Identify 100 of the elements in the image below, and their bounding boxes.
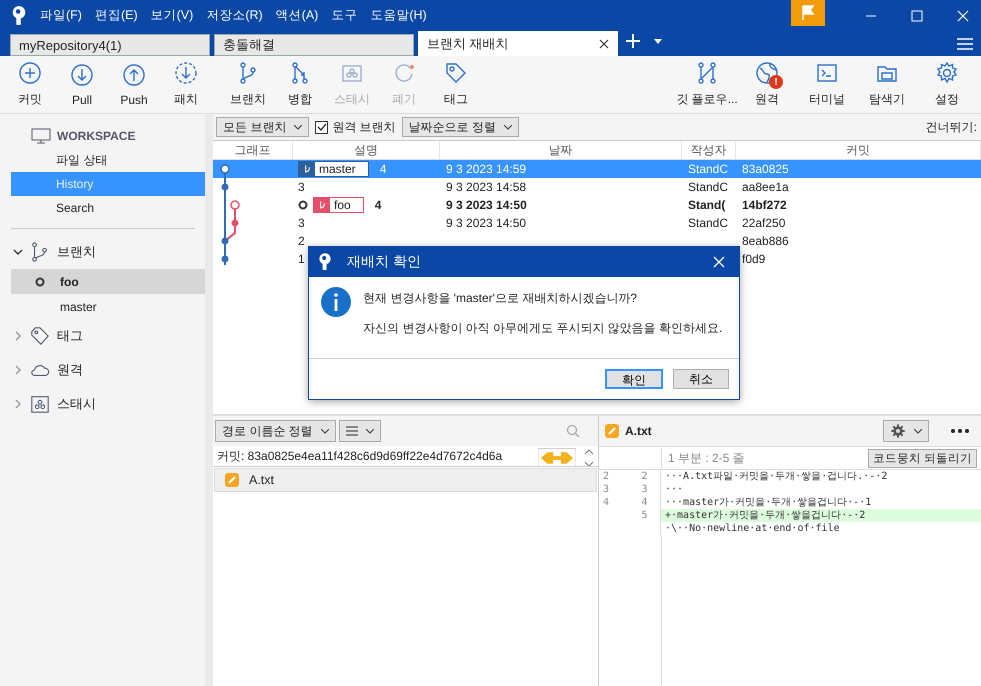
chevron-right-icon[interactable] — [13, 331, 23, 341]
dialog-button[interactable]: 확인 — [605, 369, 663, 389]
add-tab-icon[interactable] — [626, 34, 640, 48]
toolbar-button[interactable]: 깃 플로우... — [677, 61, 737, 108]
toolbar-button[interactable]: 병합 — [274, 61, 326, 108]
flag-icon — [801, 5, 815, 21]
scroll-arrows-icon[interactable] — [584, 448, 594, 466]
dropdown-caret-icon[interactable] — [654, 38, 662, 44]
commit-row[interactable]: master 4 9 3 2023 14:59 StandC 83a0825 — [213, 160, 981, 178]
commit-row[interactable]: 3 9 3 2023 14:58 StandC aa8ee1a — [213, 178, 981, 196]
dialog-title: 재배치 확인 — [347, 253, 421, 271]
repository-tab[interactable]: 충돌해결 — [214, 34, 414, 56]
toolbar-button[interactable]: 터미널 — [797, 61, 857, 108]
info-icon — [321, 287, 351, 317]
toolbar-button[interactable]: Push — [108, 62, 160, 106]
view-mode-dropdown[interactable] — [338, 420, 381, 442]
commit-row[interactable]: foo 4 9 3 2023 14:50 Stand( 14bf272 — [213, 196, 981, 214]
menu-item[interactable]: 저장소(R) — [206, 7, 263, 24]
sidebar-section-heading[interactable]: 스태시 — [57, 395, 96, 413]
menu-item[interactable]: 도움말(H) — [370, 7, 427, 24]
column-header[interactable]: 작성자 — [682, 141, 736, 159]
chevron-down-icon — [504, 124, 512, 130]
chevron-down-icon[interactable] — [13, 247, 23, 257]
commit-message: 3 — [298, 180, 305, 194]
author-cell-text: StandC — [687, 180, 730, 194]
line-number: 3 — [625, 483, 661, 496]
chevron-down-icon — [320, 428, 329, 434]
remote-branches-checkbox[interactable]: 원격 브랜치 — [315, 118, 396, 136]
menu-item[interactable]: 도구 — [331, 7, 358, 24]
diff-file-name: A.txt — [625, 424, 652, 438]
menu-item[interactable]: 보기(V) — [150, 7, 194, 24]
dialog-button[interactable]: 취소 — [673, 369, 729, 389]
date-cell-text: 9 3 2023 14:59 — [445, 162, 528, 176]
commit-message: 4 — [374, 198, 382, 212]
modified-file-icon — [225, 473, 239, 487]
commit-message: 2 — [298, 234, 305, 248]
stash-icon — [30, 394, 50, 414]
toolbar-button[interactable]: 브랜치 — [222, 61, 274, 108]
branch-filter-dropdown[interactable]: 모든 브랜치 — [216, 117, 310, 137]
commit-message: 3 — [298, 216, 305, 230]
sort-dropdown[interactable]: 날짜순으로 정렬 — [402, 117, 520, 137]
menu-item[interactable]: 편집(E) — [94, 7, 138, 24]
current-branch-icon — [35, 276, 45, 286]
menu-icon[interactable] — [957, 38, 973, 50]
monitor-icon — [31, 128, 51, 144]
diff-line: ·\··No·newline·at·end·of·file — [664, 522, 841, 535]
toolbar-button[interactable]: 커밋 — [4, 61, 56, 108]
sidebar-section-heading[interactable]: 태그 — [57, 327, 83, 345]
sidebar-item[interactable]: 파일 상태 — [11, 148, 205, 172]
column-header[interactable]: 그래프 — [213, 141, 293, 159]
commit-row[interactable]: 2 8eab886 — [213, 232, 981, 250]
settings-icon — [935, 61, 959, 85]
column-header[interactable]: 날짜 — [440, 141, 682, 159]
chevron-right-icon[interactable] — [13, 399, 23, 409]
author-cell-text: StandC — [687, 162, 730, 176]
remote-icon — [755, 61, 779, 85]
repository-tab[interactable]: 브랜치 재배치 — [418, 31, 618, 56]
file-row[interactable]: A.txt — [214, 468, 597, 492]
diff-options-dropdown[interactable] — [883, 420, 929, 442]
column-header[interactable]: 설명 — [293, 141, 440, 159]
branch-item[interactable]: master — [11, 294, 205, 319]
commit-hash-cell-text: aa8ee1a — [741, 180, 790, 194]
close-icon[interactable] — [599, 38, 609, 48]
commit-row[interactable]: 3 9 3 2023 14:50 StandC 22af250 — [213, 214, 981, 232]
more-icon[interactable] — [951, 429, 969, 433]
commit-message: 4 — [380, 162, 386, 176]
menu-item[interactable]: 액션(A) — [276, 7, 318, 24]
sidebar-section-heading[interactable]: 브랜치 — [57, 243, 96, 261]
hunk-header: 1 부분 : 2-5 줄 — [668, 450, 745, 466]
branch-item[interactable]: foo — [11, 269, 205, 294]
menu-item[interactable]: 파일(F) — [40, 7, 82, 24]
diff-line: ···A.txt파일·커밋을·두개·쌓을·겁니다.·-·2 — [664, 470, 888, 483]
commit-hash-cell-text: 8eab886 — [741, 234, 790, 248]
toolbar-button[interactable]: 태그 — [430, 61, 482, 108]
repository-tab[interactable]: myRepository4(1) — [10, 34, 210, 56]
maximize-icon[interactable] — [911, 10, 923, 22]
revert-hunk-button[interactable]: 코드뭉치 되돌리기 — [868, 448, 977, 468]
line-number: 2 — [602, 470, 610, 483]
tag-icon — [30, 326, 50, 346]
toolbar-button[interactable]: 탐색기 — [857, 61, 917, 108]
author-cell-text: StandC — [687, 216, 730, 230]
toolbar-button[interactable]: 설정 — [917, 61, 977, 108]
line-number: 2 — [625, 470, 661, 483]
toolbar-button[interactable]: ! 원격 — [737, 61, 797, 108]
column-header[interactable]: 커밋 — [736, 141, 981, 159]
checkmark-icon — [316, 122, 327, 132]
app-logo-icon — [317, 252, 333, 272]
diff-line: ··· — [664, 483, 684, 496]
toolbar-button[interactable]: Pull — [56, 62, 108, 106]
chevron-right-icon[interactable] — [13, 365, 23, 375]
commit-hash-cell-text: 22af250 — [741, 216, 786, 230]
toolbar-button[interactable]: 패치 — [160, 61, 212, 108]
sidebar-item[interactable]: Search — [11, 196, 205, 220]
file-sort-dropdown[interactable]: 경로 이름순 정렬 — [215, 420, 336, 442]
commit-hash-cell-text: 83a0825 — [741, 162, 790, 176]
sidebar-section-heading[interactable]: 원격 — [57, 361, 83, 379]
date-cell-text: 9 3 2023 14:50 — [445, 216, 528, 230]
dialog-note: 자신의 변경사항이 아직 아무에게도 푸시되지 않았음을 확인하세요. — [363, 320, 722, 337]
branch-icon — [30, 242, 50, 262]
pull-icon — [70, 62, 94, 86]
